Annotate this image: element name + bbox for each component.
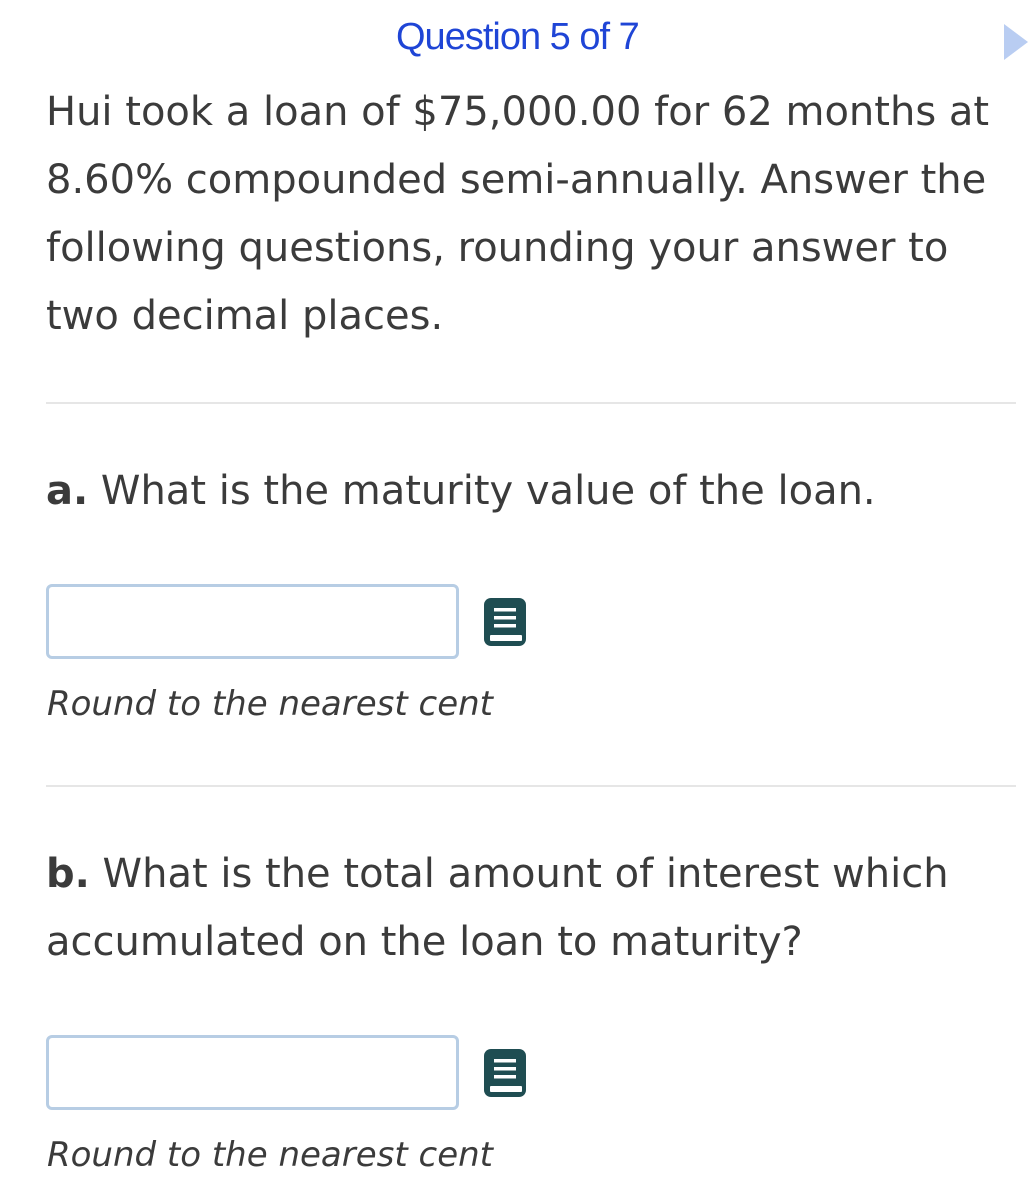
part-a-answer-input[interactable] <box>46 584 459 659</box>
part-b-text: What is the total amount of interest whi… <box>46 851 949 965</box>
part-b-answer-input[interactable] <box>46 1035 459 1110</box>
book-icon[interactable] <box>484 598 526 646</box>
part-b-hint: Round to the nearest cent <box>47 1135 494 1175</box>
divider <box>46 402 1016 404</box>
part-b-letter: b. <box>46 851 90 897</box>
part-a-letter: a. <box>46 468 89 514</box>
divider <box>46 785 1016 787</box>
question-counter: Question 5 of 7 <box>396 16 640 58</box>
part-a-hint: Round to the nearest cent <box>47 684 494 724</box>
question-header: Question 5 of 7 <box>0 12 1035 62</box>
part-a-text: What is the maturity value of the loan. <box>88 468 876 514</box>
next-question-icon[interactable] <box>1004 24 1028 60</box>
question-prompt: Hui took a loan of $75,000.00 for 62 mon… <box>46 89 990 339</box>
book-icon[interactable] <box>484 1049 526 1097</box>
part-a-question: a. What is the maturity value of the loa… <box>46 457 1021 525</box>
part-b-question: b. What is the total amount of interest … <box>46 840 1021 976</box>
